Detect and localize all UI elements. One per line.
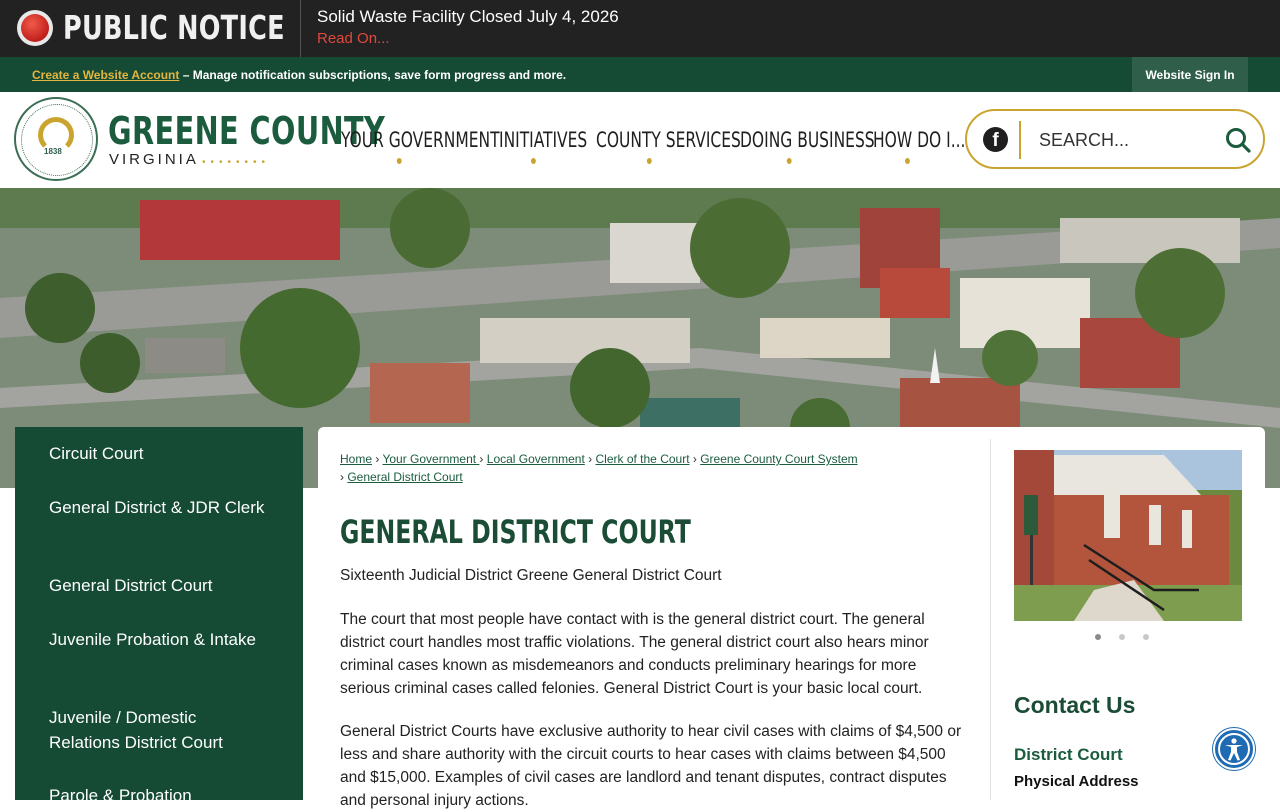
site-header: 1838 GREENE COUNTY VIRGINIA •••••••• YOU…: [0, 92, 1280, 188]
accessibility-button[interactable]: [1213, 728, 1255, 770]
accessibility-icon: [1218, 733, 1250, 765]
notice-label: PUBLIC NOTICE: [63, 8, 285, 47]
sidebar-item-general-district-jdr-clerk[interactable]: General District & JDR Clerk: [49, 495, 269, 520]
website-sign-in-button[interactable]: Website Sign In: [1132, 57, 1248, 92]
contact-office-name: District Court: [1014, 745, 1123, 764]
body-paragraph: The court that most people have contact …: [340, 611, 929, 697]
logo-dots-decoration: ••••••••: [202, 157, 271, 168]
nav-item-doing-business[interactable]: DOING BUSINESS: [740, 128, 875, 164]
breadcrumb-separator: ›: [479, 452, 487, 466]
body-paragraph: General District Courts have exclusive a…: [340, 723, 962, 809]
logo-state-name: VIRGINIA: [109, 151, 199, 168]
sidebar-item-juvenile-domestic-relations[interactable]: Juvenile / Domestic Relations District C…: [49, 705, 269, 755]
seal-year: 1838: [44, 147, 62, 156]
breadcrumb-court-system[interactable]: Greene County Court System: [700, 452, 857, 466]
notice-read-more-link[interactable]: Read On...: [317, 30, 390, 47]
search-box: f: [965, 109, 1265, 169]
contact-us-heading: Contact Us: [1014, 692, 1136, 718]
account-bar-text: Create a Website Account – Manage notifi…: [32, 68, 566, 82]
main-content-card: Home › Your Government › Local Governmen…: [318, 427, 1265, 809]
search-icon[interactable]: [1225, 127, 1251, 153]
nav-dot: [905, 158, 911, 164]
breadcrumb-local-government[interactable]: Local Government: [487, 452, 585, 466]
courthouse-illustration: [1014, 450, 1242, 621]
courthouse-photo[interactable]: [1014, 450, 1242, 621]
sidebar-item-circuit-court[interactable]: Circuit Court: [49, 441, 269, 466]
nav-item-label: DOING BUSINESS: [740, 128, 875, 152]
nav-item-county-services[interactable]: COUNTY SERVICES: [596, 128, 741, 164]
slide-dot[interactable]: [1095, 634, 1101, 640]
column-divider: [990, 439, 991, 800]
breadcrumb-home[interactable]: Home: [340, 452, 372, 466]
breadcrumb-clerk-of-the-court[interactable]: Clerk of the Court: [596, 452, 690, 466]
account-bar-description: – Manage notification subscriptions, sav…: [179, 68, 567, 82]
nav-item-label: YOUR GOVERNMENT: [341, 128, 500, 152]
breadcrumb-separator: ›: [372, 452, 383, 466]
page-title: GENERAL DISTRICT COURT: [340, 513, 691, 551]
alert-dot-icon: [17, 10, 53, 46]
nav-item-label: INITIATIVES: [499, 128, 588, 152]
main-nav: YOUR GOVERNMENT INITIATIVES COUNTY SERVI…: [341, 128, 965, 164]
notice-divider: [300, 0, 301, 57]
facebook-icon[interactable]: f: [983, 127, 1008, 152]
slide-dot[interactable]: [1143, 634, 1149, 640]
breadcrumb-your-government[interactable]: Your Government: [382, 452, 479, 466]
physical-address-label: Physical Address: [1014, 773, 1139, 790]
public-notice-bar: PUBLIC NOTICE Solid Waste Facility Close…: [0, 0, 1280, 57]
county-seal-logo[interactable]: 1838: [14, 97, 98, 181]
account-bar: Create a Website Account – Manage notifi…: [0, 57, 1280, 92]
nav-dot: [646, 158, 652, 164]
nav-item-how-do-i[interactable]: HOW DO I...: [873, 128, 965, 164]
create-account-link[interactable]: Create a Website Account: [32, 68, 179, 82]
sidebar-item-parole-probation[interactable]: Parole & Probation: [49, 783, 269, 808]
nav-item-your-government[interactable]: YOUR GOVERNMENT: [341, 128, 500, 164]
breadcrumb: Home › Your Government › Local Governmen…: [340, 450, 960, 486]
sidebar-nav: Circuit Court General District & JDR Cle…: [15, 427, 303, 805]
sidebar-item-juvenile-probation-intake[interactable]: Juvenile Probation & Intake: [49, 627, 269, 652]
nav-dot: [786, 158, 792, 164]
search-divider: [1019, 121, 1021, 159]
breadcrumb-separator: ›: [689, 452, 701, 466]
nav-dot: [530, 158, 536, 164]
nav-item-initiatives[interactable]: INITIATIVES: [499, 128, 587, 164]
sidebar-item-general-district-court[interactable]: General District Court: [49, 573, 269, 598]
nav-item-label: COUNTY SERVICES: [596, 128, 741, 152]
intro-paragraph: Sixteenth Judicial District Greene Gener…: [340, 567, 722, 584]
slide-dot[interactable]: [1119, 634, 1125, 640]
breadcrumb-general-district-court[interactable]: General District Court: [347, 470, 462, 484]
slideshow-dots: [1095, 634, 1149, 640]
search-input[interactable]: [1039, 128, 1209, 152]
breadcrumb-separator: ›: [584, 452, 596, 466]
nav-dot: [396, 158, 402, 164]
notice-title: Solid Waste Facility Closed July 4, 2026: [317, 7, 619, 26]
nav-item-label: HOW DO I...: [873, 128, 966, 152]
